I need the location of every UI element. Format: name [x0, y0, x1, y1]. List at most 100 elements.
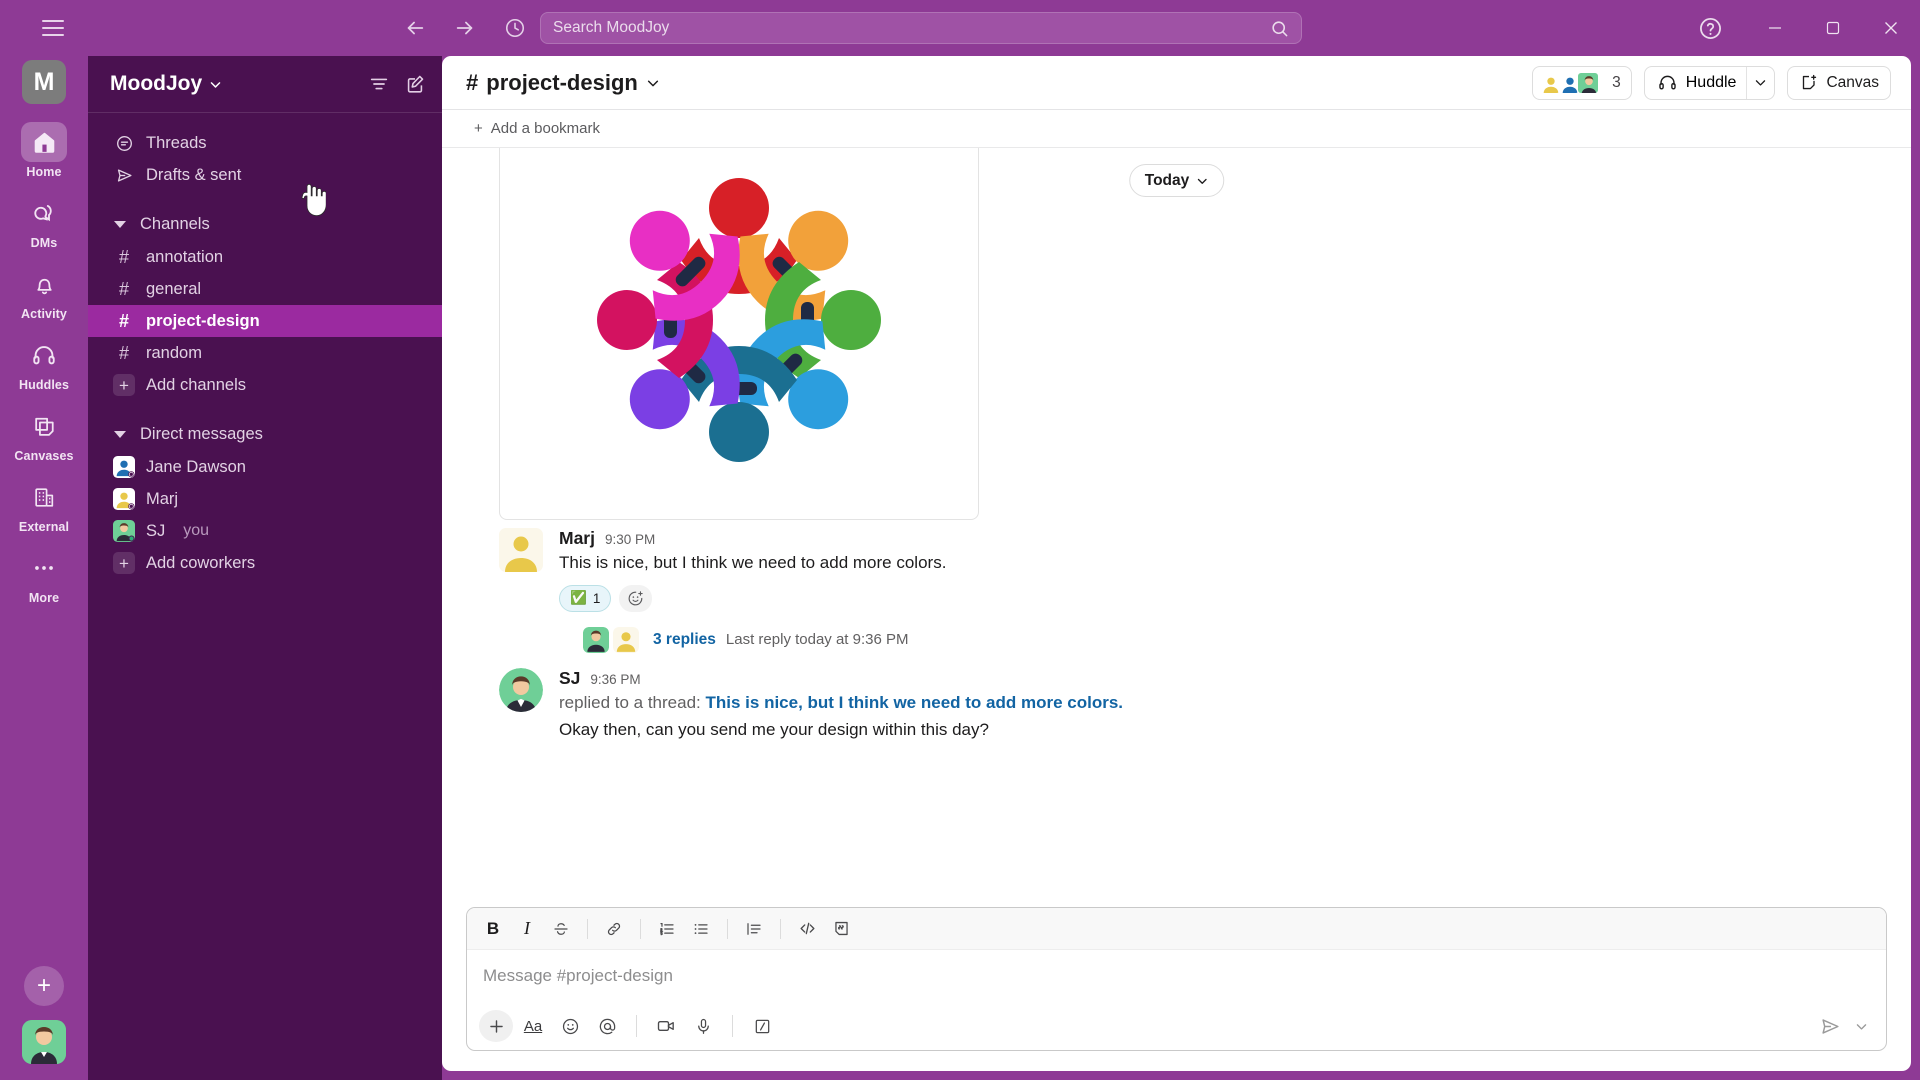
- message-timestamp[interactable]: 9:36 PM: [590, 672, 640, 687]
- microphone-icon[interactable]: [686, 1010, 720, 1042]
- message-author[interactable]: Marj: [559, 528, 595, 549]
- sidebar-item-marj[interactable]: Marj: [88, 483, 442, 515]
- sidebar-item-add-channels[interactable]: + Add channels: [88, 369, 442, 401]
- sidebar-item-sj[interactable]: SJ you: [88, 515, 442, 547]
- huddle-options-caret[interactable]: [1746, 66, 1774, 99]
- rail-item-canvases[interactable]: Canvases: [11, 406, 77, 463]
- message-author[interactable]: SJ: [559, 668, 580, 689]
- search-input[interactable]: Search MoodJoy: [540, 12, 1302, 44]
- rail-item-external[interactable]: External: [11, 477, 77, 534]
- mention-icon[interactable]: [590, 1010, 624, 1042]
- close-button[interactable]: [1862, 0, 1920, 56]
- chevron-down-icon: [646, 76, 660, 90]
- sidebar-item-label: Drafts & sent: [146, 165, 242, 184]
- section-channels[interactable]: Channels: [88, 207, 442, 241]
- sidebar-header-actions: [368, 73, 426, 95]
- strikethrough-icon[interactable]: [545, 914, 577, 944]
- rail-item-dms[interactable]: DMs: [11, 193, 77, 250]
- huddle-control: Huddle: [1643, 65, 1776, 100]
- blockquote-icon[interactable]: [738, 914, 770, 944]
- canvas-button[interactable]: Canvas: [1787, 65, 1891, 100]
- ordered-list-icon[interactable]: [651, 914, 683, 944]
- compose-icon[interactable]: [404, 73, 426, 95]
- new-item-button[interactable]: +: [24, 966, 64, 1006]
- search-icon[interactable]: [1270, 19, 1289, 38]
- rail-item-activity[interactable]: Activity: [11, 264, 77, 321]
- page-title[interactable]: # project-design: [466, 70, 660, 96]
- send-options-caret[interactable]: [1848, 1010, 1874, 1042]
- reaction-bar: ✅ 1: [559, 584, 1891, 612]
- rail-label: DMs: [30, 236, 58, 250]
- avatar[interactable]: [499, 667, 543, 712]
- canvas-plus-icon: [1799, 73, 1819, 93]
- sidebar-item-project-design[interactable]: # project-design: [88, 305, 442, 337]
- message-timestamp[interactable]: 9:30 PM: [605, 532, 655, 547]
- format-text-icon[interactable]: Aa: [516, 1010, 550, 1042]
- emoji-icon[interactable]: [553, 1010, 587, 1042]
- filter-icon[interactable]: [368, 73, 390, 95]
- code-block-icon[interactable]: [825, 914, 857, 944]
- hamburger-icon[interactable]: [33, 11, 73, 45]
- maximize-button[interactable]: [1804, 0, 1862, 56]
- hash-icon: #: [118, 310, 129, 331]
- sidebar-item-threads[interactable]: Threads: [88, 127, 442, 159]
- sidebar-item-random[interactable]: # random: [88, 337, 442, 369]
- toolbar-separator: [640, 918, 641, 939]
- channel-main: # project-design 3 Huddle Canvas + Add a…: [442, 56, 1911, 1071]
- clock-icon[interactable]: [500, 13, 530, 43]
- quoted-message-link[interactable]: This is nice, but I think we need to add…: [706, 693, 1124, 712]
- code-icon[interactable]: [791, 914, 823, 944]
- sidebar-item-jane-dawson[interactable]: Jane Dawson: [88, 451, 442, 483]
- message-text: Okay then, can you send me your design w…: [559, 719, 989, 739]
- section-direct-messages[interactable]: Direct messages: [88, 417, 442, 451]
- message-header: Marj 9:30 PM: [559, 528, 1891, 549]
- rail-item-home[interactable]: Home: [11, 122, 77, 179]
- avatar[interactable]: [22, 1020, 66, 1064]
- thread-summary[interactable]: 3 replies Last reply today at 9:36 PM: [581, 624, 917, 656]
- workspace-name: MoodJoy: [110, 72, 203, 95]
- huddle-button[interactable]: Huddle: [1645, 67, 1747, 99]
- send-icon[interactable]: [1812, 1010, 1848, 1042]
- sidebar-item-annotation[interactable]: # annotation: [88, 241, 442, 273]
- workspace-switcher-badge[interactable]: M: [22, 60, 66, 104]
- channel-label: random: [146, 343, 202, 362]
- bulleted-list-icon[interactable]: [685, 914, 717, 944]
- thread-participants: [583, 626, 643, 653]
- arrow-left-icon[interactable]: [400, 13, 430, 43]
- sidebar-item-drafts-and-sent[interactable]: Drafts & sent: [88, 159, 442, 191]
- reply-prefix: replied to a thread:: [559, 692, 701, 712]
- workspace-name-button[interactable]: MoodJoy: [110, 72, 222, 96]
- message-item: Marj 9:30 PM This is nice, but I think w…: [442, 520, 1911, 660]
- teamwork-circle-illustration[interactable]: [499, 148, 979, 520]
- rail-label: More: [28, 591, 60, 605]
- arrow-right-icon[interactable]: [450, 13, 480, 43]
- add-bookmark-button[interactable]: + Add a bookmark: [466, 116, 608, 141]
- hash-icon: #: [466, 69, 479, 95]
- rail-label: Canvases: [14, 449, 74, 463]
- link-icon[interactable]: [598, 914, 630, 944]
- rail-label: Home: [26, 165, 62, 179]
- italic-icon[interactable]: I: [511, 914, 543, 944]
- sidebar-item-add-coworkers[interactable]: + Add coworkers: [88, 547, 442, 579]
- home-icon: [21, 122, 67, 162]
- message-input[interactable]: Message #project-design: [467, 950, 1886, 1002]
- video-icon[interactable]: [649, 1010, 683, 1042]
- rail-item-huddles[interactable]: Huddles: [11, 335, 77, 392]
- sidebar-item-label: Add coworkers: [146, 553, 256, 572]
- rail-label: Huddles: [18, 378, 69, 392]
- avatar[interactable]: [499, 528, 543, 572]
- emoji-plus-icon[interactable]: [619, 584, 653, 612]
- plus-icon[interactable]: [479, 1010, 513, 1042]
- help-circle-icon[interactable]: [1688, 6, 1732, 50]
- dm-label: Jane Dawson: [146, 457, 246, 476]
- reaction-check-mark[interactable]: ✅ 1: [559, 584, 612, 612]
- slash-command-icon[interactable]: [745, 1010, 779, 1042]
- members-button[interactable]: 3: [1532, 65, 1632, 100]
- sidebar-item-general[interactable]: # general: [88, 273, 442, 305]
- headphones-icon: [1657, 72, 1678, 93]
- message-list[interactable]: Today Marj 9:30 PM This is nice, but I t…: [442, 148, 1911, 907]
- minimize-button[interactable]: [1746, 0, 1804, 56]
- rail-item-more[interactable]: More: [11, 548, 77, 605]
- bold-icon[interactable]: B: [477, 914, 509, 944]
- date-divider-today[interactable]: Today: [1128, 164, 1225, 197]
